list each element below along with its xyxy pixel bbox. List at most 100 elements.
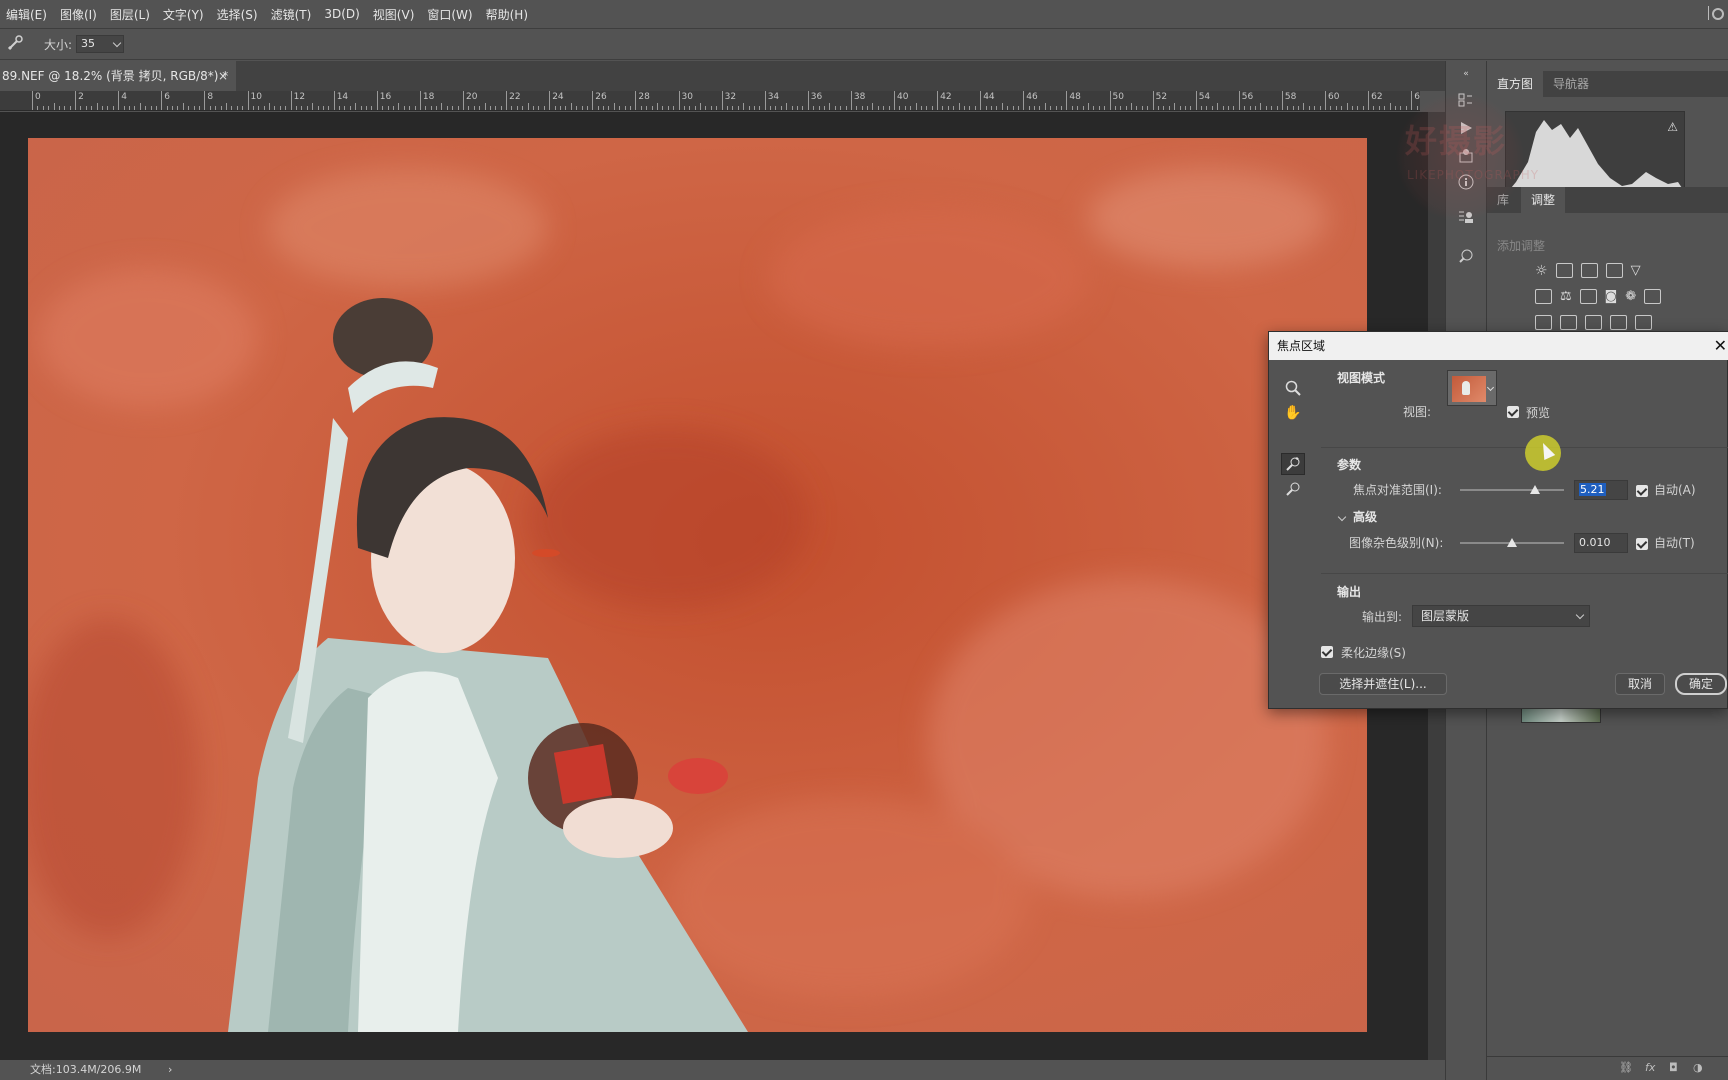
menu-select[interactable]: 选择(S) [217,6,258,23]
ruler-minor-tick [538,106,540,110]
focus-range-value: 5.21 [1579,483,1606,496]
ruler-minor-tick [813,106,815,110]
ruler-minor-tick [576,106,578,110]
levels-icon[interactable] [1555,263,1573,278]
ruler-minor-tick [581,106,583,110]
ruler-major-tick [937,91,939,110]
ruler-minor-tick [1254,106,1256,110]
ruler-minor-tick [565,106,567,110]
layers-panel-footer: ⛓ fx ◘ ◑ [1487,1056,1728,1080]
tab-adjustments[interactable]: 调整 [1521,187,1566,213]
invert-icon[interactable] [1535,315,1552,330]
document-tab[interactable]: 89.NEF @ 18.2% (背景 拷贝, RGB/8*) * × [0,61,236,91]
channel-mixer-icon[interactable]: ❁ [1625,289,1636,304]
output-to-select[interactable]: 图层蒙版 [1412,605,1590,627]
ruler-minor-tick [263,106,265,110]
noise-level-slider-thumb[interactable] [1507,538,1517,547]
gradient-map-icon[interactable] [1635,315,1652,330]
auto-a-checkbox[interactable] [1636,485,1648,497]
noise-level-field[interactable]: 0.010 [1574,533,1628,553]
ruler-minor-tick [382,106,384,110]
menu-view[interactable]: 视图(V) [373,6,415,23]
focus-area-add-tool-icon[interactable] [1281,453,1305,475]
exposure-icon[interactable] [1605,263,1623,278]
zoom-tool-icon[interactable] [1281,377,1305,399]
ruler-minor-tick [743,103,745,110]
focus-area-subtract-tool-icon[interactable] [1281,478,1305,500]
menu-filter[interactable]: 滤镜(T) [271,6,312,23]
warning-icon[interactable]: ⚠ [1667,120,1678,134]
focus-range-slider[interactable] [1460,489,1564,491]
advanced-title[interactable]: 高级 [1353,508,1377,525]
ruler-minor-tick [910,106,912,110]
hue-saturation-icon[interactable] [1535,289,1552,304]
brightness-icon[interactable]: ☼ [1535,263,1548,279]
advanced-chevron-icon[interactable] [1337,512,1347,522]
chevron-down-icon[interactable] [1486,383,1495,392]
ruler-minor-tick [172,106,174,110]
view-mode-select[interactable] [1447,370,1497,406]
cancel-button[interactable]: 取消 [1615,673,1665,695]
close-icon[interactable]: ✕ [1714,332,1727,360]
menu-edit[interactable]: 编辑(E) [6,6,47,23]
focus-range-field[interactable]: 5.21 [1574,480,1628,500]
menu-window[interactable]: 窗口(W) [427,6,472,23]
size-input[interactable]: 35 [76,35,125,53]
curves-icon[interactable] [1580,263,1598,278]
adjustment-icons-row-1: ☼ ▽ [1535,263,1641,279]
menu-layer[interactable]: 图层(L) [110,6,150,23]
ruler-minor-tick [700,103,702,110]
ruler-minor-tick [209,106,211,110]
add-adjustment-label: 添加调整 [1497,239,1546,253]
ruler-minor-tick [344,106,346,110]
ruler-minor-tick [85,106,87,110]
ruler-minor-tick [339,106,341,110]
auto-t-checkbox[interactable] [1636,538,1648,550]
tab-histogram[interactable]: 直方图 [1487,71,1544,97]
tab-navigator[interactable]: 导航器 [1543,71,1599,97]
ruler-minor-tick [904,106,906,110]
brush-settings-icon[interactable] [1457,247,1475,265]
chevron-down-icon[interactable] [1575,610,1585,620]
fx-icon[interactable]: fx [1645,1061,1655,1074]
focus-range-slider-thumb[interactable] [1529,485,1540,494]
search-icon[interactable] [1712,8,1724,20]
ruler-major-tick [204,91,206,110]
hand-tool-icon[interactable]: ✋ [1281,402,1305,424]
ruler-minor-tick [1314,106,1316,110]
ruler-minor-tick [1319,106,1321,110]
status-menu-arrow-icon[interactable]: › [168,1060,172,1080]
select-and-mask-button[interactable]: 选择并遮住(L)... [1319,673,1447,695]
ruler-minor-tick [252,106,254,110]
document-photo[interactable] [28,138,1367,1032]
ok-button[interactable]: 确定 [1675,673,1727,695]
close-tab-icon[interactable]: × [218,61,228,91]
ruler-minor-tick [1265,106,1267,110]
menu-help[interactable]: 帮助(H) [486,6,528,23]
black-white-icon[interactable] [1579,289,1597,304]
brush-tool-icon[interactable] [6,33,26,56]
selective-color-icon[interactable] [1610,315,1627,330]
link-layers-icon[interactable]: ⛓ [1619,1061,1633,1074]
chevron-down-icon[interactable] [112,38,122,48]
ruler-minor-tick [1001,103,1003,110]
photo-filter-icon[interactable]: ◙ [1605,289,1618,304]
collapse-panels-icon[interactable]: « [1457,65,1475,83]
menu-image[interactable]: 图像(I) [60,6,97,23]
posterize-icon[interactable] [1560,315,1577,330]
soften-edges-checkbox[interactable] [1321,646,1333,658]
threshold-icon[interactable] [1585,315,1602,330]
color-lookup-icon[interactable] [1644,289,1662,304]
color-balance-icon[interactable]: ⚖ [1560,289,1572,304]
ruler-minor-tick [791,106,793,110]
vibrance-icon[interactable]: ▽ [1631,263,1641,279]
ruler-minor-tick [436,106,438,110]
ruler-minor-tick [1114,106,1116,110]
preview-checkbox[interactable] [1507,406,1519,418]
menu-type[interactable]: 文字(Y) [163,6,204,23]
ruler-minor-tick [646,106,648,110]
menu-3d[interactable]: 3D(D) [324,7,359,21]
dialog-title-bar[interactable]: 焦点区域 ✕ [1269,332,1728,360]
add-mask-icon[interactable]: ◘ [1669,1061,1678,1074]
adjustment-layer-icon[interactable]: ◑ [1693,1061,1703,1074]
